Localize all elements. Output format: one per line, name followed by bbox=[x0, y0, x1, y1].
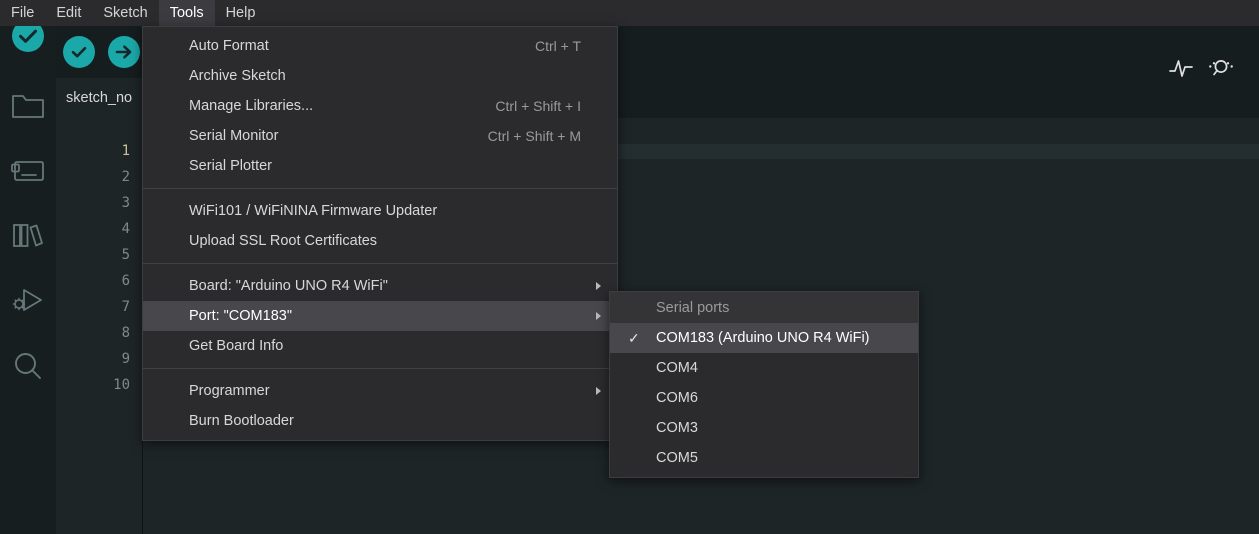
menu-item-shortcut: Ctrl + Shift + M bbox=[487, 128, 581, 144]
port-menu-item-label: COM4 bbox=[656, 360, 698, 376]
library-manager-icon[interactable] bbox=[0, 211, 56, 259]
arrow-right-icon bbox=[115, 45, 132, 59]
menu-item[interactable]: WiFi101 / WiFiNINA Firmware Updater bbox=[143, 196, 617, 226]
menu-item-shortcut: Ctrl + Shift + I bbox=[495, 98, 581, 114]
menu-separator bbox=[143, 263, 617, 264]
menubar-item-help[interactable]: Help bbox=[215, 0, 267, 26]
line-number: 3 bbox=[121, 195, 130, 211]
chevron-right-icon bbox=[596, 387, 601, 395]
menu-item[interactable]: Programmer bbox=[143, 376, 617, 406]
arduino-ide-window: File Edit Sketch Tools Help sketch_no 1 … bbox=[0, 0, 1259, 534]
line-number: 6 bbox=[121, 273, 130, 289]
menu-separator bbox=[143, 368, 617, 369]
menubar-item-label: Sketch bbox=[103, 5, 148, 21]
sketch-tab-label: sketch_no bbox=[66, 90, 133, 106]
menu-item[interactable]: Serial Plotter bbox=[143, 151, 617, 181]
menu-item[interactable]: Serial Monitor Ctrl + Shift + M bbox=[143, 121, 617, 151]
sketch-tab[interactable]: sketch_no bbox=[56, 78, 143, 118]
port-menu-item[interactable]: ✓ COM183 (Arduino UNO R4 WiFi) bbox=[610, 323, 918, 353]
port-menu-item[interactable]: COM4 bbox=[610, 353, 918, 383]
port-menu-item-label: COM5 bbox=[656, 450, 698, 466]
menubar-item-label: File bbox=[11, 5, 35, 21]
line-number: 10 bbox=[113, 377, 130, 393]
menu-item[interactable]: Port: "COM183" bbox=[143, 301, 617, 331]
menu-item-label: Auto Format bbox=[189, 38, 269, 54]
port-submenu: Serial ports ✓ COM183 (Arduino UNO R4 WiF… bbox=[609, 291, 919, 478]
menubar-item-file[interactable]: File bbox=[0, 0, 45, 26]
menubar-item-label: Edit bbox=[56, 5, 82, 21]
menu-item[interactable]: Get Board Info bbox=[143, 331, 617, 361]
port-menu-item-label: COM3 bbox=[656, 420, 698, 436]
menu-item-label: Serial Monitor bbox=[189, 128, 279, 144]
menu-item-label: Programmer bbox=[189, 383, 270, 399]
submenu-header-label: Serial ports bbox=[656, 299, 730, 316]
tools-dropdown-menu: Auto Format Ctrl + T Archive Sketch Manage … bbox=[142, 26, 618, 441]
menu-item[interactable]: Archive Sketch bbox=[143, 61, 617, 91]
line-number: 1 bbox=[121, 143, 130, 159]
menu-item[interactable]: Manage Libraries... Ctrl + Shift + I bbox=[143, 91, 617, 121]
chevron-right-icon bbox=[596, 312, 601, 320]
line-number: 4 bbox=[121, 221, 130, 237]
chevron-right-icon bbox=[596, 282, 601, 290]
menu-item-label: Port: "COM183" bbox=[189, 308, 292, 324]
menubar-item-edit[interactable]: Edit bbox=[45, 0, 92, 26]
menu-item[interactable]: Board: "Arduino UNO R4 WiFi" bbox=[143, 271, 617, 301]
menu-item-shortcut: Ctrl + T bbox=[534, 38, 581, 54]
menubar-item-label: Tools bbox=[169, 5, 204, 21]
port-menu-item-label: COM183 (Arduino UNO R4 WiFi) bbox=[656, 330, 870, 346]
activity-bar bbox=[0, 20, 56, 534]
menu-item[interactable]: Upload SSL Root Certificates bbox=[143, 226, 617, 256]
menu-item-label: Board: "Arduino UNO R4 WiFi" bbox=[189, 278, 388, 294]
port-menu-item-label: COM6 bbox=[656, 390, 698, 406]
submenu-header: Serial ports bbox=[610, 292, 918, 323]
menubar-item-label: Help bbox=[225, 5, 256, 21]
line-number: 2 bbox=[121, 169, 130, 185]
search-icon[interactable] bbox=[0, 342, 56, 390]
menu-separator bbox=[143, 188, 617, 189]
menu-item-label: WiFi101 / WiFiNINA Firmware Updater bbox=[189, 203, 438, 219]
menu-item-label: Upload SSL Root Certificates bbox=[189, 233, 378, 249]
line-number: 5 bbox=[121, 247, 130, 263]
port-menu-item[interactable]: COM5 bbox=[610, 443, 918, 473]
check-icon bbox=[71, 46, 87, 58]
menu-bar: File Edit Sketch Tools Help bbox=[0, 0, 1259, 26]
menu-item[interactable]: Auto Format Ctrl + T bbox=[143, 31, 617, 61]
upload-button[interactable] bbox=[108, 36, 140, 68]
menu-item-label: Archive Sketch bbox=[189, 68, 286, 84]
menu-item-label: Serial Plotter bbox=[189, 158, 273, 174]
menubar-item-sketch[interactable]: Sketch bbox=[92, 0, 158, 26]
line-number: 9 bbox=[121, 351, 130, 367]
menu-item[interactable]: Burn Bootloader bbox=[143, 406, 617, 436]
verify-button[interactable] bbox=[63, 36, 95, 68]
menu-item-label: Get Board Info bbox=[189, 338, 284, 354]
line-number-gutter: 1 2 3 4 5 6 7 8 9 10 bbox=[56, 118, 142, 534]
debug-icon[interactable] bbox=[0, 276, 56, 324]
menu-item-label: Burn Bootloader bbox=[189, 413, 294, 429]
menubar-item-tools[interactable]: Tools bbox=[158, 0, 215, 26]
port-menu-item[interactable]: COM6 bbox=[610, 383, 918, 413]
line-number: 7 bbox=[121, 299, 130, 315]
sketchbook-icon[interactable] bbox=[0, 82, 56, 130]
menu-item-label: Manage Libraries... bbox=[189, 98, 314, 114]
check-icon: ✓ bbox=[628, 330, 640, 346]
port-menu-item[interactable]: COM3 bbox=[610, 413, 918, 443]
boards-manager-icon[interactable] bbox=[0, 146, 56, 194]
line-number: 8 bbox=[121, 325, 130, 341]
